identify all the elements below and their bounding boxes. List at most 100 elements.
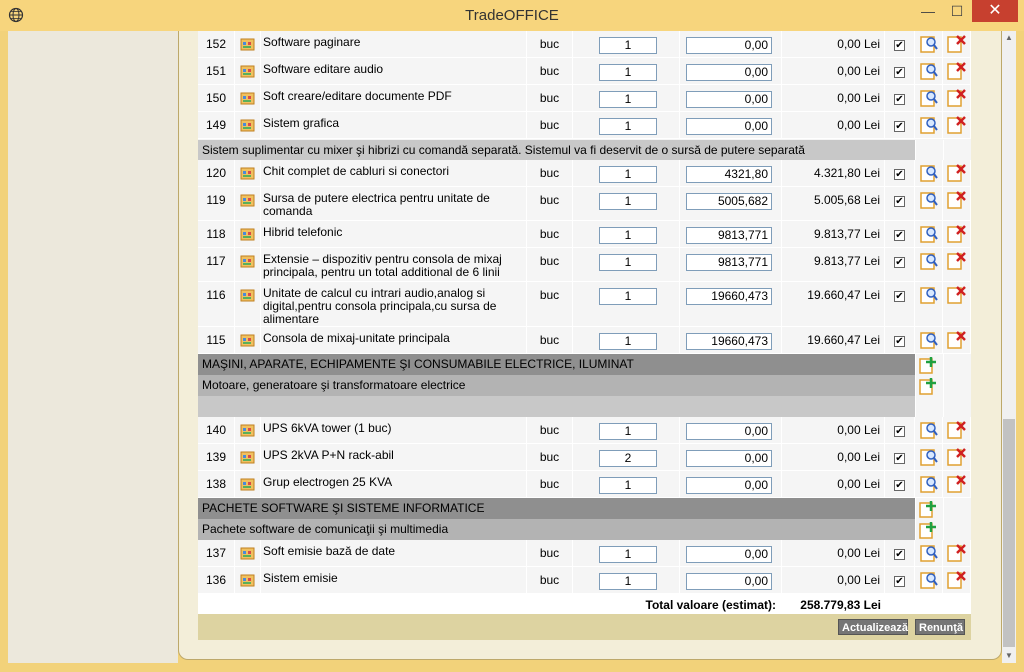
qty-input[interactable]: 1	[599, 64, 657, 81]
edit-search-icon[interactable]	[920, 331, 938, 349]
qty-input[interactable]: 1	[599, 37, 657, 54]
delete-icon[interactable]	[946, 474, 966, 494]
package-icon[interactable]	[240, 255, 255, 268]
vertical-scrollbar[interactable]: ▲ ▼	[1002, 31, 1016, 663]
package-icon[interactable]	[240, 194, 255, 207]
price-input[interactable]: 9813,771	[686, 227, 772, 244]
delete-icon[interactable]	[946, 163, 966, 183]
price-input[interactable]: 0,00	[686, 91, 772, 108]
minimize-button[interactable]: —	[913, 0, 943, 22]
delete-icon[interactable]	[946, 285, 966, 305]
delete-icon[interactable]	[946, 88, 966, 108]
price-input[interactable]: 0,00	[686, 450, 772, 467]
delete-icon[interactable]	[946, 447, 966, 467]
select-checkbox[interactable]: ✔	[894, 169, 905, 180]
select-checkbox[interactable]: ✔	[894, 230, 905, 241]
edit-search-icon[interactable]	[920, 448, 938, 466]
package-icon[interactable]	[240, 478, 255, 491]
select-checkbox[interactable]: ✔	[894, 426, 905, 437]
add-icon[interactable]	[919, 377, 937, 395]
select-checkbox[interactable]: ✔	[894, 336, 905, 347]
edit-search-icon[interactable]	[920, 421, 938, 439]
package-icon[interactable]	[240, 574, 255, 587]
price-input[interactable]: 0,00	[686, 546, 772, 563]
qty-input[interactable]: 1	[599, 423, 657, 440]
package-icon[interactable]	[240, 92, 255, 105]
qty-input[interactable]: 1	[599, 546, 657, 563]
add-icon[interactable]	[919, 356, 937, 374]
package-icon[interactable]	[240, 289, 255, 302]
select-checkbox[interactable]: ✔	[894, 576, 905, 587]
select-checkbox[interactable]: ✔	[894, 121, 905, 132]
package-icon[interactable]	[240, 547, 255, 560]
qty-input[interactable]: 1	[599, 166, 657, 183]
qty-input[interactable]: 1	[599, 254, 657, 271]
price-input[interactable]: 9813,771	[686, 254, 772, 271]
edit-search-icon[interactable]	[920, 571, 938, 589]
select-checkbox[interactable]: ✔	[894, 257, 905, 268]
package-icon[interactable]	[240, 119, 255, 132]
select-checkbox[interactable]: ✔	[894, 94, 905, 105]
price-input[interactable]: 19660,473	[686, 288, 772, 305]
qty-input[interactable]: 1	[599, 193, 657, 210]
delete-icon[interactable]	[946, 61, 966, 81]
edit-search-icon[interactable]	[920, 286, 938, 304]
scroll-up-icon[interactable]: ▲	[1002, 31, 1016, 45]
edit-search-icon[interactable]	[920, 225, 938, 243]
qty-input[interactable]: 2	[599, 450, 657, 467]
add-icon[interactable]	[919, 521, 937, 539]
edit-search-icon[interactable]	[920, 252, 938, 270]
select-checkbox[interactable]: ✔	[894, 291, 905, 302]
select-checkbox[interactable]: ✔	[894, 549, 905, 560]
package-icon[interactable]	[240, 167, 255, 180]
scroll-thumb[interactable]	[1003, 419, 1015, 647]
qty-input[interactable]: 1	[599, 573, 657, 590]
select-checkbox[interactable]: ✔	[894, 480, 905, 491]
delete-icon[interactable]	[946, 224, 966, 244]
select-checkbox[interactable]: ✔	[894, 67, 905, 78]
price-input[interactable]: 0,00	[686, 477, 772, 494]
edit-search-icon[interactable]	[920, 544, 938, 562]
package-icon[interactable]	[240, 334, 255, 347]
delete-icon[interactable]	[946, 570, 966, 590]
price-input[interactable]: 0,00	[686, 573, 772, 590]
package-icon[interactable]	[240, 451, 255, 464]
price-input[interactable]: 5005,682	[686, 193, 772, 210]
price-input[interactable]: 0,00	[686, 64, 772, 81]
edit-search-icon[interactable]	[920, 475, 938, 493]
select-checkbox[interactable]: ✔	[894, 40, 905, 51]
add-icon[interactable]	[919, 500, 937, 518]
delete-icon[interactable]	[946, 420, 966, 440]
delete-icon[interactable]	[946, 190, 966, 210]
qty-input[interactable]: 1	[599, 477, 657, 494]
price-input[interactable]: 4321,80	[686, 166, 772, 183]
package-icon[interactable]	[240, 228, 255, 241]
edit-search-icon[interactable]	[920, 62, 938, 80]
edit-search-icon[interactable]	[920, 191, 938, 209]
scroll-down-icon[interactable]: ▼	[1002, 649, 1016, 663]
qty-input[interactable]: 1	[599, 118, 657, 135]
delete-icon[interactable]	[946, 34, 966, 54]
select-checkbox[interactable]: ✔	[894, 453, 905, 464]
qty-input[interactable]: 1	[599, 288, 657, 305]
close-button[interactable]: ✕	[972, 0, 1018, 22]
edit-search-icon[interactable]	[920, 89, 938, 107]
edit-search-icon[interactable]	[920, 164, 938, 182]
package-icon[interactable]	[240, 65, 255, 78]
edit-search-icon[interactable]	[920, 116, 938, 134]
select-checkbox[interactable]: ✔	[894, 196, 905, 207]
delete-icon[interactable]	[946, 543, 966, 563]
price-input[interactable]: 19660,473	[686, 333, 772, 350]
price-input[interactable]: 0,00	[686, 423, 772, 440]
delete-icon[interactable]	[946, 115, 966, 135]
edit-search-icon[interactable]	[920, 35, 938, 53]
price-input[interactable]: 0,00	[686, 37, 772, 54]
price-input[interactable]: 0,00	[686, 118, 772, 135]
qty-input[interactable]: 1	[599, 227, 657, 244]
maximize-button[interactable]: ☐	[943, 0, 971, 22]
package-icon[interactable]	[240, 424, 255, 437]
update-button[interactable]: Actualizează	[838, 619, 908, 635]
qty-input[interactable]: 1	[599, 333, 657, 350]
cancel-button[interactable]: Renunţă	[915, 619, 965, 635]
qty-input[interactable]: 1	[599, 91, 657, 108]
